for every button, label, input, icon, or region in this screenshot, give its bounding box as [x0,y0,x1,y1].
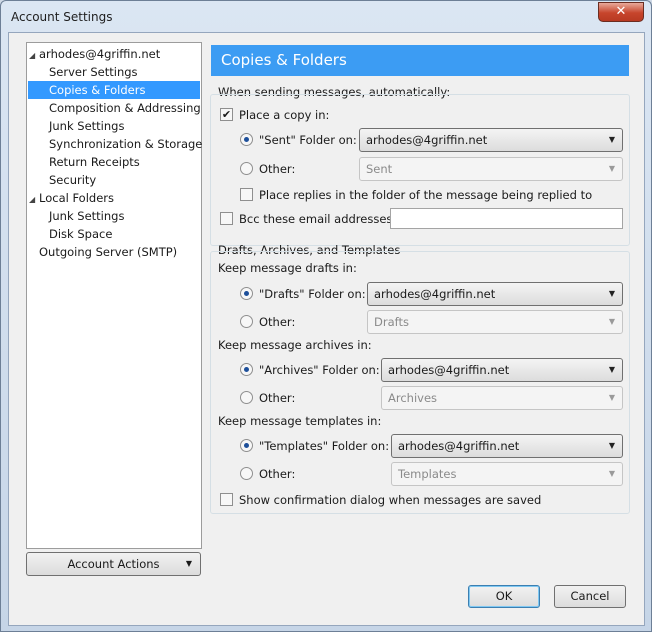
templates-folder-dropdown[interactable]: arhodes@4griffin.net ▼ [391,434,623,458]
drafts-other-radio-row[interactable]: Other: [240,312,295,332]
tree-item-copies-folders[interactable]: Copies & Folders [28,81,200,99]
confirm-dialog-checkbox[interactable] [220,493,233,506]
tree-item-outgoing-server[interactable]: Outgoing Server (SMTP) [29,243,199,261]
panel-title: Copies & Folders [211,45,629,76]
tree-item-disk-space[interactable]: Disk Space [29,225,199,243]
archives-folder-radio-row[interactable]: "Archives" Folder on: [240,360,380,380]
archives-folder-dropdown[interactable]: arhodes@4griffin.net ▼ [381,358,623,382]
window-title: Account Settings [11,10,113,24]
account-tree[interactable]: ◢ arhodes@4griffin.net Server Settings Co… [26,42,202,549]
sent-folder-radio-row[interactable]: "Sent" Folder on: [240,130,357,150]
tree-item-junk-settings[interactable]: Junk Settings [29,117,199,135]
place-copy-checkbox-row[interactable]: ✔ Place a copy in: [220,105,329,125]
sent-folder-dropdown[interactable]: arhodes@4griffin.net ▼ [359,128,623,152]
dropdown-arrow-icon: ▼ [608,469,615,478]
archives-keep-label: Keep message archives in: [218,338,372,352]
sent-folder-radio[interactable] [240,133,253,146]
archives-folder-radio[interactable] [240,363,253,376]
tree-item-return-receipts[interactable]: Return Receipts [29,153,199,171]
templates-folder-radio-row[interactable]: "Templates" Folder on: [240,436,389,456]
title-bar[interactable]: Account Settings ✕ [1,1,651,33]
ok-button[interactable]: OK [468,585,540,608]
archives-other-dropdown[interactable]: Archives ▼ [381,386,623,410]
tree-item-server-settings[interactable]: Server Settings [29,63,199,81]
archives-other-radio[interactable] [240,391,253,404]
tree-item-composition[interactable]: Composition & Addressing [29,99,201,117]
tree-item-sync-storage[interactable]: Synchronization & Storage [29,135,202,153]
drafts-keep-label: Keep message drafts in: [218,261,357,275]
place-replies-checkbox-row[interactable]: Place replies in the folder of the messa… [240,185,592,205]
dropdown-arrow-icon: ▼ [608,441,615,450]
account-settings-window: Account Settings ✕ ◢ arhodes@4griffin.net… [0,0,652,632]
tree-item-account[interactable]: ◢ arhodes@4griffin.net [29,45,199,63]
dropdown-arrow-icon: ▼ [608,393,615,402]
dropdown-arrow-icon: ▼ [608,365,615,374]
templates-folder-radio[interactable] [240,439,253,452]
sent-other-dropdown[interactable]: Sent ▼ [359,157,623,181]
bcc-checkbox[interactable] [220,212,233,225]
account-actions-button[interactable]: Account Actions ▼ [26,552,201,576]
dropdown-arrow-icon: ▼ [608,317,615,326]
dropdown-arrow-icon: ▼ [608,289,615,298]
tree-item-security[interactable]: Security [29,171,199,189]
drafts-other-dropdown[interactable]: Drafts ▼ [367,310,623,334]
drafts-other-radio[interactable] [240,315,253,328]
close-button[interactable]: ✕ [598,2,644,22]
confirm-dialog-checkbox-row[interactable]: Show confirmation dialog when messages a… [220,490,541,510]
drafts-folder-dropdown[interactable]: arhodes@4griffin.net ▼ [367,282,623,306]
templates-other-dropdown[interactable]: Templates ▼ [391,462,623,486]
cancel-button[interactable]: Cancel [554,585,626,608]
drafts-folder-radio-row[interactable]: "Drafts" Folder on: [240,284,366,304]
templates-keep-label: Keep message templates in: [218,414,382,428]
bcc-addresses-input[interactable] [390,208,623,229]
archives-other-radio-row[interactable]: Other: [240,388,295,408]
dropdown-arrow-icon: ▼ [608,135,615,144]
templates-other-radio[interactable] [240,467,253,480]
templates-other-radio-row[interactable]: Other: [240,464,295,484]
dropdown-arrow-icon: ▼ [185,559,192,568]
dialog-body: ◢ arhodes@4griffin.net Server Settings Co… [8,32,645,626]
sent-other-radio-row[interactable]: Other: [240,159,295,179]
tree-item-local-junk-settings[interactable]: Junk Settings [29,207,199,225]
dropdown-arrow-icon: ▼ [608,164,615,173]
place-replies-checkbox[interactable] [240,188,253,201]
sent-other-radio[interactable] [240,162,253,175]
bcc-checkbox-row[interactable]: Bcc these email addresses: [220,209,396,229]
tree-item-local-folders[interactable]: ◢ Local Folders [29,189,199,207]
close-icon: ✕ [615,4,627,19]
drafts-folder-radio[interactable] [240,287,253,300]
place-copy-checkbox[interactable]: ✔ [220,108,233,121]
